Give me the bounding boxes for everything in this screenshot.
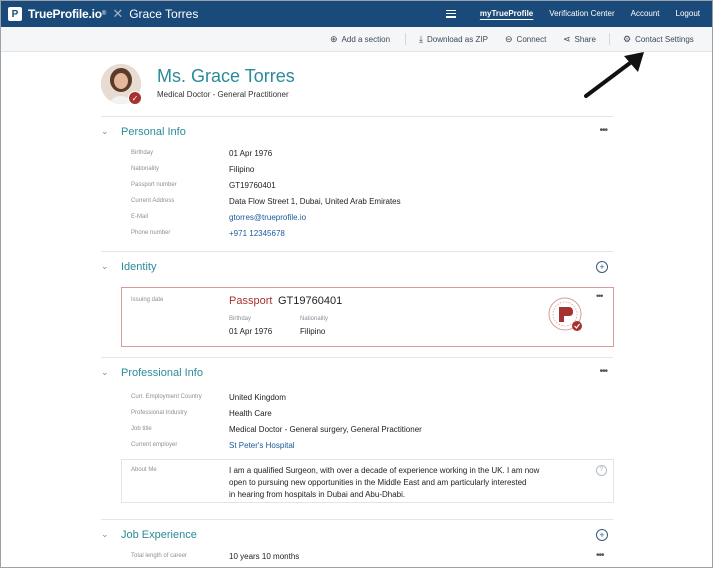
cross-icon: ✕ <box>112 6 124 21</box>
field-label: Curr. Employment Country <box>131 394 202 400</box>
industry-value: Health Care <box>229 409 272 418</box>
add-section-button[interactable]: ⊕ Add a section <box>330 27 390 51</box>
more-dots-icon[interactable]: ••• <box>596 550 604 561</box>
section-title[interactable]: Job Experience <box>121 529 197 541</box>
nav-logout[interactable]: Logout <box>676 9 700 18</box>
section-personal-info: ⌄ Personal Info ••• <box>101 123 613 143</box>
chevron-down-icon[interactable]: ⌄ <box>101 367 109 378</box>
brand[interactable]: P TrueProfile.io ® ✕ Grace Torres <box>8 6 198 22</box>
logo-icon: P <box>8 7 22 21</box>
section-divider <box>101 519 613 520</box>
job-title-value: Medical Doctor - General surgery, Genera… <box>229 425 422 434</box>
brand-name: TrueProfile.io <box>28 7 102 21</box>
share-icon: ⋖ <box>563 33 571 44</box>
chevron-down-icon[interactable]: ⌄ <box>101 261 109 272</box>
employment-country-value: United Kingdom <box>229 393 286 402</box>
main-nav: myTrueProfile Verification Center Accoun… <box>445 9 700 18</box>
field-label: Nationality <box>131 166 160 172</box>
profile-subtitle: Medical Doctor - General Practitioner <box>157 90 289 99</box>
nav-verification-center[interactable]: Verification Center <box>549 9 614 18</box>
field-label: Total length of career <box>131 553 188 559</box>
field-label: Job title <box>131 426 152 432</box>
field-label: Passport number <box>131 182 177 188</box>
chevron-down-icon[interactable]: ⌄ <box>101 126 109 137</box>
toolbar-divider <box>405 33 406 45</box>
seal-icon <box>548 297 582 331</box>
identity-card[interactable] <box>121 287 614 347</box>
email-link[interactable]: gtorres@trueprofile.io <box>229 213 306 222</box>
hamburger-icon[interactable] <box>445 9 456 18</box>
profile-name: Ms. Grace Torres <box>157 66 295 86</box>
verified-check-icon: ✓ <box>128 91 142 105</box>
brand-registered: ® <box>101 11 107 17</box>
field-label: Birthday <box>131 150 154 156</box>
about-label: About Me <box>131 467 157 473</box>
field-label: Birthday <box>229 316 252 322</box>
passport-value: GT19760401 <box>229 181 276 190</box>
field-label: Phone number <box>131 230 171 236</box>
issuing-date-label: Issuing date <box>131 297 164 303</box>
field-label: Professional Industry <box>131 410 188 416</box>
more-dots-icon[interactable]: ••• <box>596 291 604 301</box>
section-title[interactable]: Professional Info <box>121 367 203 379</box>
toolbar-divider <box>609 33 610 45</box>
identity-nationality: Filipino <box>300 327 326 336</box>
annotation-arrow <box>584 52 644 98</box>
field-label: Current employer <box>131 442 178 448</box>
identity-birthday: 01 Apr 1976 <box>229 327 273 336</box>
career-length-value: 10 years 10 months <box>229 552 300 561</box>
gear-icon: ⚙ <box>623 33 632 44</box>
section-title[interactable]: Identity <box>121 261 156 273</box>
connect-icon: ⊖ <box>505 33 513 44</box>
help-icon[interactable]: ? <box>596 465 607 476</box>
employer-link[interactable]: St Peter's Hospital <box>229 441 295 450</box>
section-professional-info: ⌄ Professional Info ••• <box>101 364 613 384</box>
brand-user: Grace Torres <box>129 7 199 21</box>
field-label: Current Address <box>131 198 175 204</box>
add-circle-icon[interactable]: + <box>596 529 608 541</box>
about-text-line: in hearing from hospitals in Dubai and A… <box>229 490 406 499</box>
about-text-line: I am a qualified Surgeon, with over a de… <box>229 466 540 475</box>
connect-button[interactable]: ⊖ Connect <box>505 27 546 51</box>
add-circle-icon: ⊕ <box>330 33 338 44</box>
nationality-value: Filipino <box>229 165 255 174</box>
document-number: GT19760401 <box>278 295 343 307</box>
download-zip-button[interactable]: ⤓ Download as ZIP <box>419 27 488 51</box>
section-divider <box>101 116 613 117</box>
phone-link[interactable]: +971 12345678 <box>229 229 285 238</box>
chevron-down-icon[interactable]: ⌄ <box>101 529 109 540</box>
field-label: E-Mail <box>131 214 149 220</box>
nav-my-trueprofile[interactable]: myTrueProfile <box>480 9 533 18</box>
address-value: Data Flow Street 1, Dubai, United Arab E… <box>229 197 401 206</box>
download-icon: ⤓ <box>419 33 423 44</box>
section-job-experience: ⌄ Job Experience + <box>101 526 613 546</box>
field-label: Nationality <box>300 316 329 322</box>
more-dots-icon[interactable]: ••• <box>599 125 607 136</box>
about-text-line: open to pursuing new opportunities in th… <box>229 478 527 487</box>
nav-account[interactable]: Account <box>631 9 660 18</box>
birthday-value: 01 Apr 1976 <box>229 149 273 158</box>
add-circle-icon[interactable]: + <box>596 261 608 273</box>
document-type: Passport <box>229 295 273 307</box>
section-identity: ⌄ Identity + <box>101 258 613 278</box>
top-navbar: P TrueProfile.io ® ✕ Grace Torres myTrue… <box>1 1 712 27</box>
section-title[interactable]: Personal Info <box>121 126 186 138</box>
section-divider <box>101 251 613 252</box>
more-dots-icon[interactable]: ••• <box>599 366 607 377</box>
section-divider <box>101 357 613 358</box>
